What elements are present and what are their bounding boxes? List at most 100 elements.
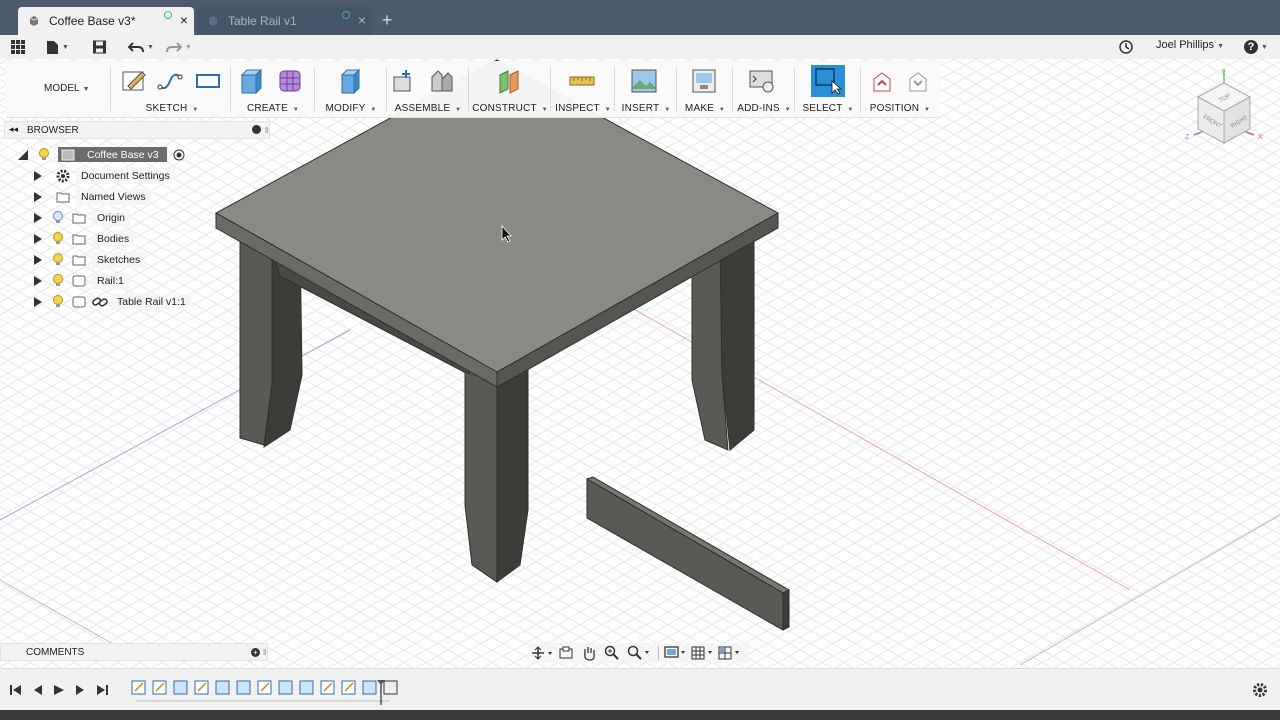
timeline-sketch-feature-icon[interactable]	[257, 680, 272, 695]
sketch-group[interactable]: SKETCH ▼	[116, 61, 228, 117]
timeline-fillet-feature-icon[interactable]	[236, 680, 251, 695]
workspace-switcher[interactable]: MODEL ▼	[6, 61, 106, 117]
make-menu[interactable]: MAKE ▼	[680, 103, 730, 114]
add-comment-icon[interactable]: +	[251, 648, 260, 657]
measure-icon	[569, 76, 595, 86]
tree-item-named-views[interactable]: Named Views	[34, 187, 151, 206]
timeline-link-feature-icon[interactable]	[383, 680, 398, 695]
inspect-menu[interactable]: INSPECT ▼	[554, 103, 612, 114]
ribbon-separator	[230, 67, 231, 111]
tree-item-bodies[interactable]: Bodies	[34, 229, 135, 248]
lightbulb-icon[interactable]	[52, 231, 64, 246]
select-group[interactable]: SELECT ▼	[798, 61, 858, 117]
collapse-arrow-icon[interactable]	[18, 149, 28, 160]
orbit-icon[interactable]	[531, 646, 553, 660]
user-account-menu[interactable]: Joel Phillips ▼	[1156, 39, 1224, 51]
browser-resize-handle[interactable]: ‖	[265, 126, 268, 135]
pan-hand-icon[interactable]	[581, 645, 597, 661]
collapse-browser-icon[interactable]: ◂◂	[9, 124, 18, 135]
create-menu[interactable]: CREATE ▼	[234, 103, 312, 114]
comments-resize-handle[interactable]: ‖	[263, 648, 266, 657]
modify-group[interactable]: MODIFY ▼	[318, 61, 384, 117]
timeline-extrude-feature-icon[interactable]	[362, 680, 377, 695]
tree-root-row[interactable]: Coffee Base v3	[18, 145, 185, 164]
file-menu-button[interactable]: ▼	[46, 38, 69, 56]
step-back-icon[interactable]	[34, 685, 42, 695]
sketch-menu[interactable]: SKETCH ▼	[116, 103, 228, 114]
expand-arrow-icon[interactable]	[34, 170, 42, 181]
close-tab-icon[interactable]: ×	[180, 13, 188, 27]
app-grid-icon[interactable]	[10, 38, 26, 56]
lightbulb-icon[interactable]	[52, 252, 64, 267]
tree-item-table-rail[interactable]: Table Rail v1:1	[34, 292, 191, 311]
modify-menu[interactable]: MODIFY ▼	[318, 103, 384, 114]
lightbulb-off-icon[interactable]	[52, 210, 64, 225]
job-status-icon[interactable]	[1118, 38, 1134, 56]
tree-item-rail[interactable]: Rail:1	[34, 271, 129, 290]
viewports-icon[interactable]	[718, 645, 742, 661]
step-forward-icon[interactable]	[76, 685, 84, 695]
insert-menu[interactable]: INSERT ▼	[618, 103, 674, 114]
tab-coffee-base[interactable]: Coffee Base v3* ×	[18, 7, 194, 35]
tree-root-selected[interactable]: Coffee Base v3	[58, 147, 167, 162]
tree-item-sketches[interactable]: Sketches	[34, 250, 146, 269]
timeline-extrude-feature-icon[interactable]	[173, 680, 188, 695]
timeline-sketch-feature-icon[interactable]	[194, 680, 209, 695]
expand-arrow-icon[interactable]	[34, 233, 42, 244]
zoom-window-icon[interactable]	[627, 645, 653, 661]
go-to-start-icon[interactable]	[10, 685, 21, 695]
expand-arrow-icon[interactable]	[34, 191, 42, 202]
navbar-separator	[658, 646, 659, 660]
undo-button[interactable]: ▼	[128, 38, 154, 56]
construct-group[interactable]: CONSTRUCT ▼	[472, 61, 548, 117]
redo-button[interactable]: ▼	[166, 38, 192, 56]
tab-label: Table Rail v1	[228, 14, 297, 28]
expand-arrow-icon[interactable]	[34, 254, 42, 265]
zoom-icon[interactable]	[604, 645, 620, 661]
lightbulb-icon[interactable]	[52, 273, 64, 288]
viewcube[interactable]: Y Z X TOP FRONT RIGHT	[1180, 65, 1270, 155]
lightbulb-icon[interactable]	[52, 294, 64, 309]
timeline-settings-gear-icon[interactable]	[1252, 682, 1268, 698]
activate-radio-icon[interactable]	[173, 149, 185, 161]
look-at-icon[interactable]	[558, 646, 574, 660]
make-group[interactable]: MAKE ▼	[680, 61, 730, 117]
add-ins-group[interactable]: ADD-INS ▼	[736, 61, 792, 117]
go-to-end-icon[interactable]	[97, 685, 108, 695]
play-icon[interactable]	[54, 685, 64, 695]
help-button[interactable]: ? ▼	[1244, 38, 1268, 56]
construct-menu[interactable]: CONSTRUCT ▼	[472, 103, 548, 114]
comments-panel[interactable]: COMMENTS + ‖	[0, 643, 268, 661]
insert-group[interactable]: INSERT ▼	[618, 61, 674, 117]
timeline-extrude-feature-icon[interactable]	[215, 680, 230, 695]
timeline-sketch-feature-icon[interactable]	[152, 680, 167, 695]
tree-item-document-settings[interactable]: Document Settings	[34, 166, 175, 185]
expand-arrow-icon[interactable]	[34, 296, 42, 307]
browser-minimize-icon[interactable]	[252, 125, 261, 134]
position-group[interactable]: POSITION ▼	[864, 61, 936, 117]
save-icon[interactable]	[92, 38, 107, 56]
timeline-sketch-feature-icon[interactable]	[131, 680, 146, 695]
timeline-box-feature-icon[interactable]	[299, 680, 314, 695]
select-menu[interactable]: SELECT ▼	[798, 103, 858, 114]
display-settings-icon[interactable]	[664, 645, 688, 661]
expand-arrow-icon[interactable]	[34, 275, 42, 286]
tree-item-origin[interactable]: Origin	[34, 208, 131, 227]
expand-arrow-icon[interactable]	[34, 212, 42, 223]
browser-header[interactable]: ◂◂ BROWSER ‖	[4, 121, 270, 139]
timeline-sketch-feature-icon[interactable]	[341, 680, 356, 695]
position-menu[interactable]: POSITION ▼	[864, 103, 936, 114]
new-tab-button[interactable]: +	[376, 9, 398, 33]
assemble-group[interactable]: ASSEMBLE ▼	[390, 61, 466, 117]
timeline-sketch-feature-icon[interactable]	[320, 680, 335, 695]
close-tab-icon[interactable]: ×	[358, 13, 366, 27]
tab-table-rail[interactable]: Table Rail v1 ×	[197, 7, 372, 35]
create-group[interactable]: CREATE ▼	[234, 61, 312, 117]
assemble-menu[interactable]: ASSEMBLE ▼	[390, 103, 466, 114]
inspect-group[interactable]: INSPECT ▼	[554, 61, 612, 117]
grid-settings-icon[interactable]	[691, 645, 715, 661]
lightbulb-icon[interactable]	[38, 147, 50, 162]
timeline-features[interactable]	[128, 677, 408, 705]
add-ins-menu[interactable]: ADD-INS ▼	[736, 103, 792, 114]
timeline-extrude-feature-icon[interactable]	[278, 680, 293, 695]
